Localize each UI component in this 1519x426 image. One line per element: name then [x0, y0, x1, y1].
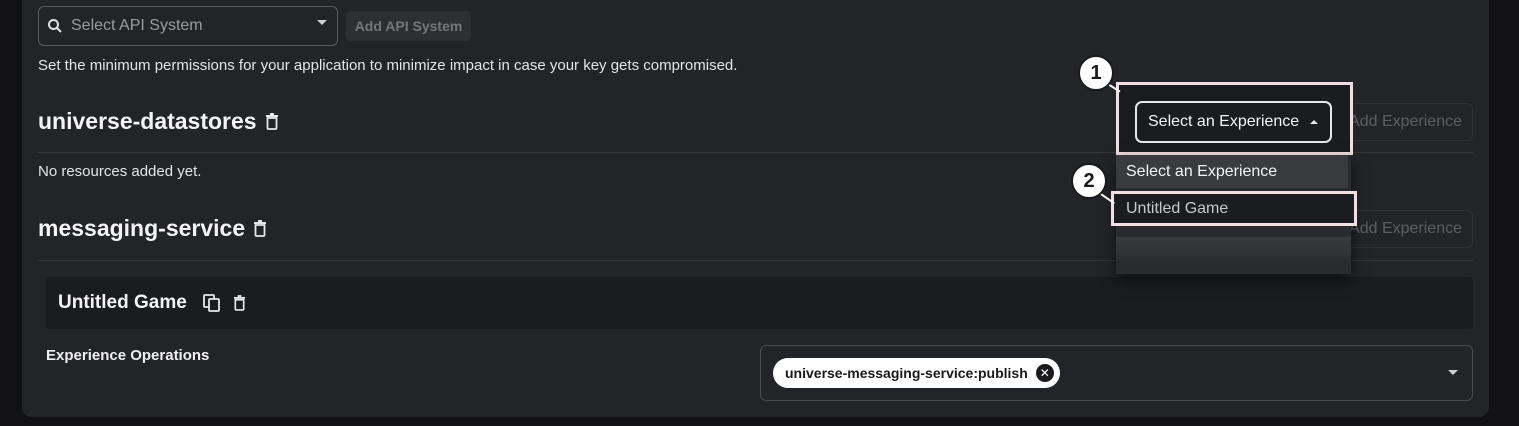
experience-select-value: Select an Experience	[1148, 113, 1300, 130]
experience-operations-label: Experience Operations	[46, 347, 210, 364]
add-experience-button[interactable]: Add Experience	[1347, 210, 1473, 248]
chevron-down-icon[interactable]	[1448, 370, 1458, 375]
annotation-badge-2: 2	[1071, 163, 1107, 199]
section-title-messaging-service: messaging-service	[38, 215, 267, 242]
trash-icon[interactable]	[253, 220, 267, 237]
search-icon	[48, 19, 62, 33]
add-api-system-button[interactable]: Add API System	[346, 11, 471, 41]
api-system-placeholder: Select API System	[71, 17, 203, 34]
trash-icon[interactable]	[233, 295, 246, 311]
add-experience-button[interactable]: Add Experience	[1347, 103, 1473, 141]
trash-icon[interactable]	[265, 113, 279, 130]
close-icon[interactable]: ✕	[1035, 364, 1054, 382]
experience-operations-select[interactable]: universe-messaging-service:publish ✕	[760, 345, 1473, 401]
dropdown-option-placeholder[interactable]: Select an Experience	[1116, 155, 1348, 188]
permissions-hint: Set the minimum permissions for your app…	[38, 57, 738, 74]
empty-resources-text: No resources added yet.	[38, 163, 202, 180]
experience-select[interactable]: Select an Experience	[1135, 101, 1332, 143]
dropdown-option-untitled-game[interactable]: Untitled Game	[1111, 191, 1357, 226]
api-system-select[interactable]: Select API System	[38, 6, 338, 46]
dropdown-option-blurred[interactable]	[1116, 237, 1351, 261]
chevron-down-icon	[317, 20, 327, 25]
section-title-universe-datastores: universe-datastores	[38, 108, 279, 135]
operation-chip: universe-messaging-service:publish ✕	[773, 358, 1060, 388]
chevron-up-icon	[1310, 120, 1318, 124]
experience-title: Untitled Game	[58, 292, 187, 313]
experience-select-highlight: Select an Experience	[1116, 82, 1353, 155]
section-title-text: universe-datastores	[38, 108, 257, 134]
operation-chip-label: universe-messaging-service:publish	[785, 365, 1028, 381]
experience-card: Untitled Game	[46, 277, 1473, 329]
section-title-text: messaging-service	[38, 215, 246, 241]
annotation-badge-1: 1	[1078, 55, 1114, 91]
copy-icon[interactable]	[202, 294, 221, 312]
